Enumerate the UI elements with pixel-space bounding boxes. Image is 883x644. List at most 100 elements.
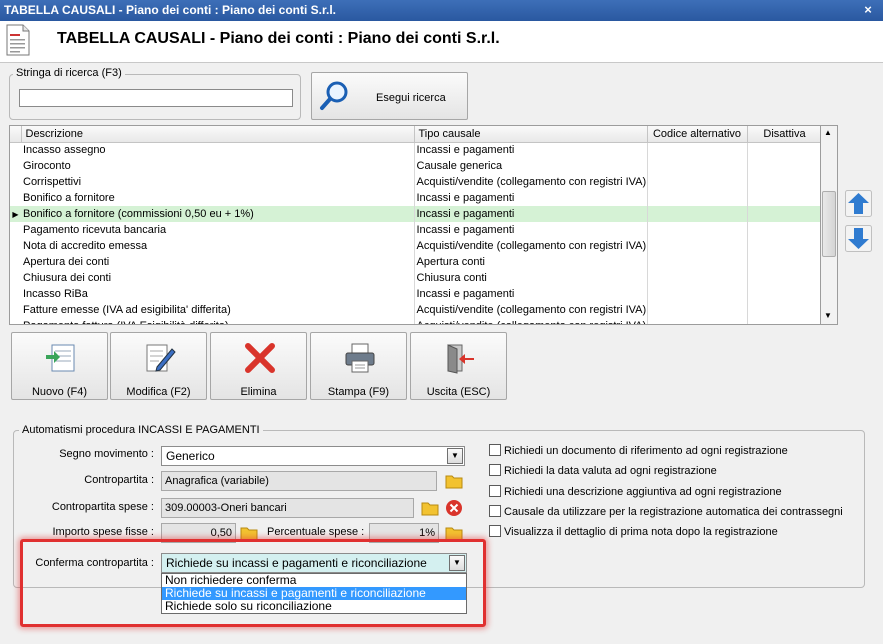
cell-disattiva[interactable] [747, 206, 820, 222]
cell-descrizione[interactable]: Incasso assegno [21, 142, 415, 158]
table-row[interactable]: Pagamento ricevuta bancaria Incassi e pag… [10, 222, 820, 238]
segno-movimento-select[interactable]: Generico [161, 446, 465, 466]
folder-icon[interactable] [445, 472, 463, 490]
table-header-row: Descrizione Tipo causale Codice alternat… [10, 126, 820, 143]
column-header-tipo-causale[interactable]: Tipo causale [414, 126, 648, 143]
cell-tipo-causale[interactable]: Acquisti/vendite (collegamento con regis… [414, 238, 648, 254]
checkbox-box[interactable] [489, 525, 501, 537]
checkbox-documento-riferimento[interactable]: Richiedi un documento di riferimento ad … [489, 444, 788, 457]
stampa-button[interactable]: Stampa (F9) [310, 332, 407, 400]
table-row[interactable]: Incasso assegno Incassi e pagamenti [10, 142, 820, 158]
uscita-button-label: Uscita (ESC) [426, 386, 491, 398]
checkbox-label: Richiedi la data valuta ad ogni registra… [504, 465, 717, 477]
table-row[interactable]: Bonifico a fornitore Incassi e pagamenti [10, 190, 820, 206]
elimina-button[interactable]: Elimina [210, 332, 307, 400]
cell-tipo-causale[interactable]: Chiusura conti [414, 270, 648, 286]
cell-disattiva[interactable] [747, 254, 820, 270]
cell-codice-alternativo[interactable] [647, 318, 748, 324]
checkbox-contrassegni[interactable]: Causale da utilizzare per la registrazio… [489, 505, 843, 518]
cell-disattiva[interactable] [747, 190, 820, 206]
table-row[interactable]: Chiusura dei conti Chiusura conti [10, 270, 820, 286]
move-up-icon[interactable] [845, 190, 872, 217]
scrollbar-thumb[interactable] [822, 191, 836, 257]
cell-codice-alternativo[interactable] [647, 270, 748, 286]
cell-disattiva[interactable] [747, 286, 820, 302]
cell-descrizione[interactable]: Apertura dei conti [21, 254, 415, 270]
cell-codice-alternativo[interactable] [647, 206, 748, 222]
cell-tipo-causale[interactable]: Incassi e pagamenti [414, 190, 648, 206]
cell-disattiva[interactable] [747, 222, 820, 238]
cell-disattiva[interactable] [747, 302, 820, 318]
cell-codice-alternativo[interactable] [647, 222, 748, 238]
cell-codice-alternativo[interactable] [647, 174, 748, 190]
folder-icon[interactable] [421, 499, 439, 517]
scroll-down-arrow-icon[interactable]: ▼ [824, 311, 832, 320]
uscita-button[interactable]: Uscita (ESC) [410, 332, 507, 400]
table-row[interactable]: ▶ Bonifico a fornitore (commissioni 0,50 … [10, 206, 820, 222]
new-record-icon [46, 344, 75, 372]
table-row[interactable]: Incasso RiBa Incassi e pagamenti [10, 286, 820, 302]
cell-tipo-causale[interactable]: Apertura conti [414, 254, 648, 270]
cell-codice-alternativo[interactable] [647, 190, 748, 206]
cell-codice-alternativo[interactable] [647, 238, 748, 254]
search-button[interactable]: Esegui ricerca [311, 72, 468, 120]
cell-descrizione[interactable]: Bonifico a fornitore [21, 190, 415, 206]
checkbox-box[interactable] [489, 505, 501, 517]
cell-descrizione[interactable]: Giroconto [21, 158, 415, 174]
table-row[interactable]: Corrispettivi Acquisti/vendite (collegame… [10, 174, 820, 190]
table-row[interactable]: Giroconto Causale generica [10, 158, 820, 174]
table-row[interactable]: Fatture emesse (IVA ad esigibilita' diff… [10, 302, 820, 318]
cell-tipo-causale[interactable]: Incassi e pagamenti [414, 222, 648, 238]
cell-descrizione[interactable]: Corrispettivi [21, 174, 415, 190]
cell-tipo-causale[interactable]: Incassi e pagamenti [414, 142, 648, 158]
cell-codice-alternativo[interactable] [647, 302, 748, 318]
cell-descrizione[interactable]: Incasso RiBa [21, 286, 415, 302]
checkbox-box[interactable] [489, 485, 501, 497]
table-row[interactable]: Pagamento fattura (IVA Esigibilità diffe… [10, 318, 820, 324]
column-header-disattiva[interactable]: Disattiva [747, 126, 820, 143]
cell-descrizione[interactable]: Chiusura dei conti [21, 270, 415, 286]
cell-tipo-causale[interactable]: Acquisti/vendite (collegamento con regis… [414, 174, 648, 190]
checkbox-descrizione-aggiuntiva[interactable]: Richiedi una descrizione aggiuntiva ad o… [489, 485, 782, 498]
table-row[interactable]: Apertura dei conti Apertura conti [10, 254, 820, 270]
cell-disattiva[interactable] [747, 158, 820, 174]
chevron-down-icon[interactable]: ▼ [447, 448, 463, 464]
cell-descrizione[interactable]: Pagamento fattura (IVA Esigibilità diffe… [21, 318, 415, 324]
cell-tipo-causale[interactable]: Incassi e pagamenti [414, 286, 648, 302]
cell-tipo-causale[interactable]: Acquisti/vendite (collegamento con regis… [414, 318, 648, 324]
search-input[interactable] [19, 89, 293, 107]
cell-descrizione[interactable]: Nota di accredito emessa [21, 238, 415, 254]
exit-door-icon [447, 344, 474, 374]
cell-disattiva[interactable] [747, 318, 820, 324]
cell-tipo-causale[interactable]: Causale generica [414, 158, 648, 174]
cell-tipo-causale[interactable]: Incassi e pagamenti [414, 206, 648, 222]
cell-codice-alternativo[interactable] [647, 286, 748, 302]
cell-codice-alternativo[interactable] [647, 254, 748, 270]
edit-icon [146, 344, 176, 372]
move-down-icon[interactable] [845, 225, 872, 252]
causali-table: Descrizione Tipo causale Codice alternat… [9, 125, 821, 325]
cell-disattiva[interactable] [747, 174, 820, 190]
cell-descrizione[interactable]: Pagamento ricevuta bancaria [21, 222, 415, 238]
cell-codice-alternativo[interactable] [647, 158, 748, 174]
close-icon[interactable]: × [861, 3, 875, 17]
cell-disattiva[interactable] [747, 142, 820, 158]
table-scrollbar[interactable]: ▲ ▼ [821, 125, 838, 325]
scroll-up-arrow-icon[interactable]: ▲ [824, 128, 832, 137]
cell-tipo-causale[interactable]: Acquisti/vendite (collegamento con regis… [414, 302, 648, 318]
cell-disattiva[interactable] [747, 238, 820, 254]
checkbox-box[interactable] [489, 444, 501, 456]
checkbox-box[interactable] [489, 464, 501, 476]
column-header-descrizione[interactable]: Descrizione [21, 126, 415, 143]
modifica-button[interactable]: Modifica (F2) [110, 332, 207, 400]
column-header-codice-alternativo[interactable]: Codice alternativo [647, 126, 748, 143]
cell-descrizione[interactable]: Fatture emesse (IVA ad esigibilita' diff… [21, 302, 415, 318]
table-row[interactable]: Nota di accredito emessa Acquisti/vendite… [10, 238, 820, 254]
clear-x-icon[interactable] [445, 499, 463, 517]
cell-descrizione[interactable]: Bonifico a fornitore (commissioni 0,50 e… [21, 206, 415, 222]
cell-disattiva[interactable] [747, 270, 820, 286]
checkbox-data-valuta[interactable]: Richiedi la data valuta ad ogni registra… [489, 464, 717, 477]
nuovo-button[interactable]: Nuovo (F4) [11, 332, 108, 400]
checkbox-dettaglio-prima-nota[interactable]: Visualizza il dettaglio di prima nota do… [489, 525, 778, 538]
cell-codice-alternativo[interactable] [647, 142, 748, 158]
